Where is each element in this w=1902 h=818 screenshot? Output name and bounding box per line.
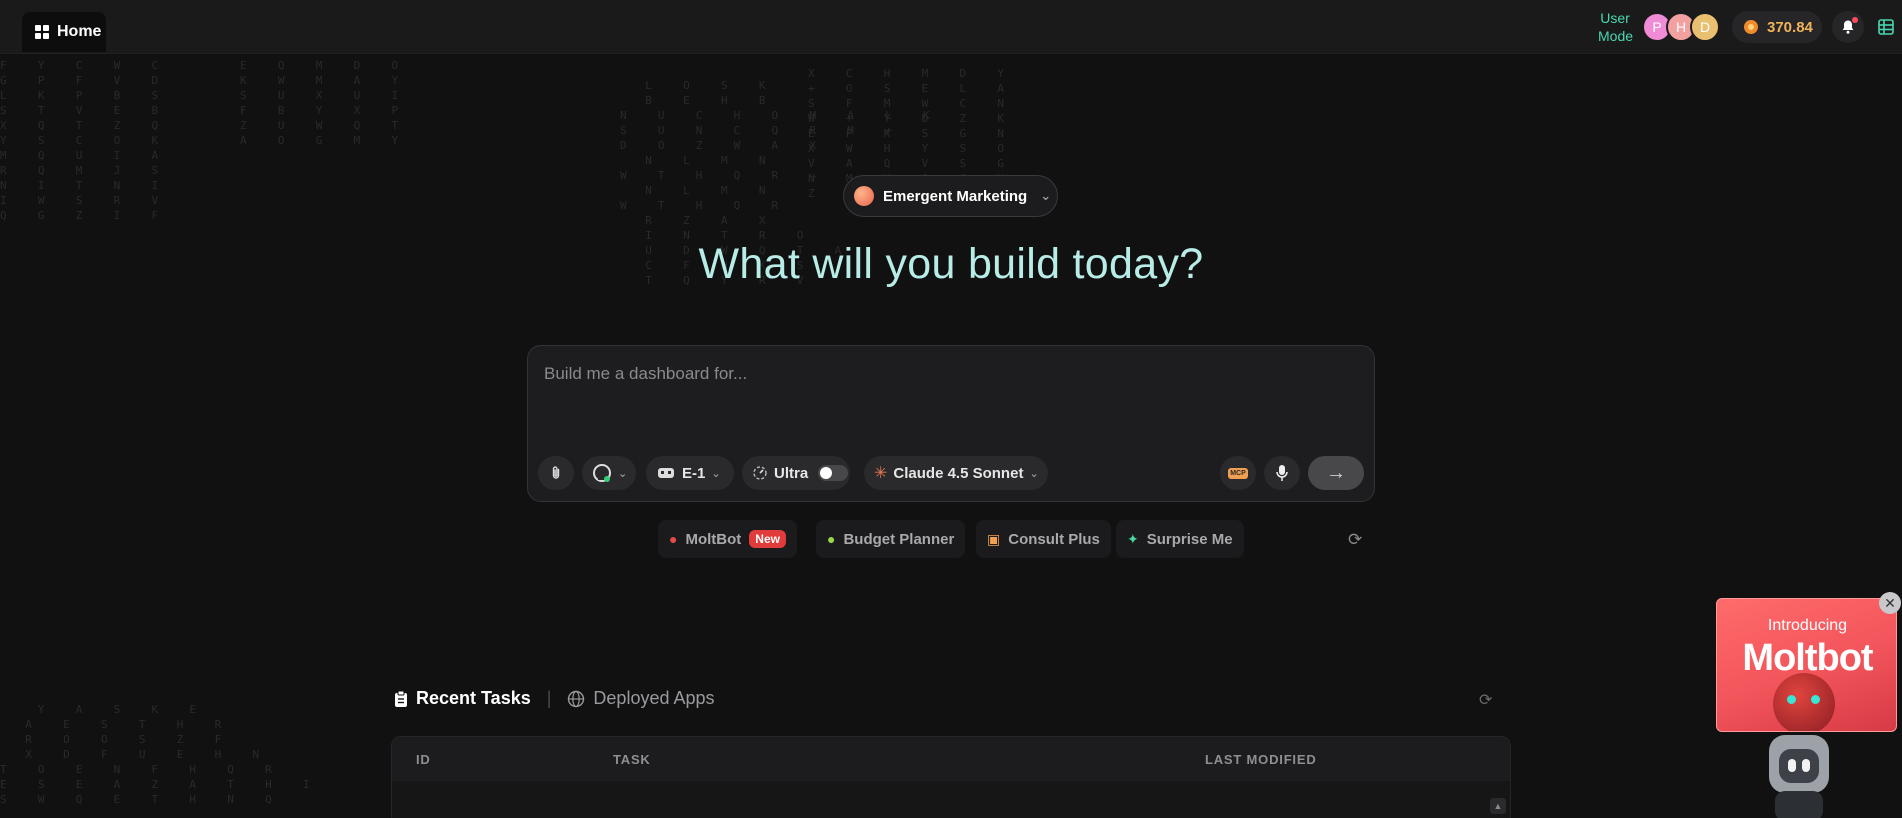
- suggestion-label: Surprise Me: [1146, 530, 1233, 548]
- credits-value: 370.84: [1767, 18, 1813, 36]
- chevron-down-icon: ⌄: [1040, 188, 1052, 203]
- paperclip-icon: [552, 466, 560, 479]
- ultra-switch[interactable]: [818, 465, 849, 481]
- grid-icon: [35, 25, 49, 39]
- ultra-mode-toggle[interactable]: Ultra: [742, 456, 850, 490]
- collaborator-avatars[interactable]: P H D: [1642, 12, 1720, 42]
- microphone-button[interactable]: [1264, 456, 1300, 490]
- table-icon[interactable]: [1878, 19, 1894, 35]
- moltbot-promo-card[interactable]: Introducing Moltbot: [1716, 598, 1897, 732]
- mcp-icon: MCP: [1228, 467, 1248, 479]
- mascot-eye: [1811, 695, 1820, 704]
- notifications-button[interactable]: [1832, 11, 1864, 43]
- robot-eye: [1788, 759, 1796, 772]
- suggestion-moltbot[interactable]: ● MoltBot New: [658, 520, 797, 558]
- table-header: ID TASK LAST MODIFIED: [392, 737, 1510, 781]
- refresh-suggestions-button[interactable]: ⟳: [1348, 530, 1362, 550]
- agent-label: E-1: [682, 464, 706, 482]
- arrow-right-icon: →: [1326, 461, 1346, 484]
- robot-icon: [658, 468, 674, 478]
- column-header-last-modified[interactable]: LAST MODIFIED: [1205, 752, 1317, 767]
- avatar: D: [1690, 12, 1720, 42]
- send-button[interactable]: →: [1308, 456, 1364, 490]
- workspace-selector[interactable]: Emergent Marketing ⌄: [843, 175, 1058, 217]
- model-selector[interactable]: ✳ Claude 4.5 Sonnet ⌄: [864, 456, 1048, 490]
- suggestion-surprise-me[interactable]: ✦ Surprise Me: [1116, 520, 1244, 558]
- credits-balance[interactable]: 370.84: [1732, 11, 1822, 43]
- speed-icon: [753, 466, 767, 480]
- clipboard-icon: [395, 690, 407, 707]
- column-header-task[interactable]: TASK: [613, 752, 651, 767]
- matrix-background: Y A S K E A E S T H R R O O S Z F X D F …: [0, 703, 316, 806]
- chevron-down-icon: ⌄: [1029, 467, 1039, 480]
- globe-icon: [568, 690, 585, 707]
- refresh-icon: ⟳: [1479, 692, 1493, 709]
- tasks-table: ID TASK LAST MODIFIED: [391, 736, 1511, 818]
- claude-icon: ✳: [874, 465, 888, 482]
- suggestion-label: Budget Planner: [843, 530, 955, 548]
- scroll-up-button[interactable]: ▲: [1490, 798, 1506, 814]
- home-tab[interactable]: Home: [22, 12, 106, 52]
- suggestion-consult-plus[interactable]: ▣ Consult Plus: [976, 520, 1111, 558]
- refresh-icon: ⟳: [1348, 530, 1363, 549]
- suggestion-budget-planner[interactable]: ● Budget Planner: [816, 520, 966, 558]
- user-mode-toggle[interactable]: User Mode: [1598, 9, 1633, 45]
- home-tab-label: Home: [57, 23, 102, 40]
- ultra-label: Ultra: [774, 464, 809, 482]
- agent-selector[interactable]: E-1 ⌄: [646, 456, 734, 490]
- robot-body: [1775, 791, 1823, 818]
- mascot-eye: [1787, 695, 1796, 704]
- assistant-robot-widget[interactable]: [1755, 735, 1843, 818]
- suggestion-label: Consult Plus: [1008, 530, 1100, 548]
- robot-face: [1779, 749, 1819, 783]
- window-icon: ▣: [987, 530, 1001, 547]
- close-icon: ✕: [1884, 594, 1896, 611]
- refresh-tasks-button[interactable]: ⟳: [1479, 690, 1492, 710]
- moltbot-mascot: [1773, 673, 1835, 731]
- chevron-down-icon: ⌄: [711, 467, 721, 480]
- tab-divider: |: [546, 688, 552, 708]
- tab-deployed-apps[interactable]: Deployed Apps: [567, 688, 715, 709]
- suggestion-label: MoltBot: [685, 530, 742, 548]
- close-promo-button[interactable]: ✕: [1879, 592, 1901, 614]
- chevron-down-icon: ⌄: [618, 467, 628, 480]
- attach-button[interactable]: [538, 456, 574, 490]
- robot-eye: [1802, 759, 1810, 772]
- matrix-background: F Y C W C G P F V D L K P B S S T V E B …: [0, 59, 165, 222]
- workspace-label: Emergent Marketing: [883, 187, 1028, 205]
- matrix-background: E Q M D O K W M A Y S U X U I F B Y X P …: [240, 59, 405, 147]
- moltbot-icon: ●: [669, 531, 678, 547]
- new-badge: New: [749, 530, 786, 548]
- github-icon: [593, 464, 611, 482]
- microphone-icon: [1276, 465, 1288, 481]
- top-bar: Home User Mode P H D 370.84: [0, 0, 1902, 54]
- sparkle-icon: ✦: [1127, 530, 1139, 547]
- column-header-id[interactable]: ID: [416, 752, 431, 767]
- coin-icon: [1744, 20, 1758, 34]
- piggy-bank-icon: ●: [827, 531, 836, 547]
- page-title: What will you build today?: [698, 240, 1204, 288]
- tab-label: Recent Tasks: [416, 688, 531, 708]
- mcp-button[interactable]: MCP: [1220, 456, 1256, 490]
- github-selector[interactable]: ⌄: [582, 456, 636, 490]
- promo-intro: Introducing: [1767, 617, 1848, 634]
- tab-label: Deployed Apps: [593, 688, 715, 708]
- tab-recent-tasks[interactable]: Recent Tasks: [394, 688, 531, 709]
- tasks-tabs: Recent Tasks | Deployed Apps: [394, 688, 715, 709]
- prompt-box: ⌄ E-1 ⌄ Ultra ✳ Claude 4.5 Sonnet ⌄ MCP …: [527, 345, 1375, 502]
- workspace-icon: [854, 186, 874, 206]
- model-label: Claude 4.5 Sonnet: [893, 464, 1024, 482]
- prompt-input[interactable]: [544, 362, 1344, 386]
- notification-dot: [1852, 17, 1858, 23]
